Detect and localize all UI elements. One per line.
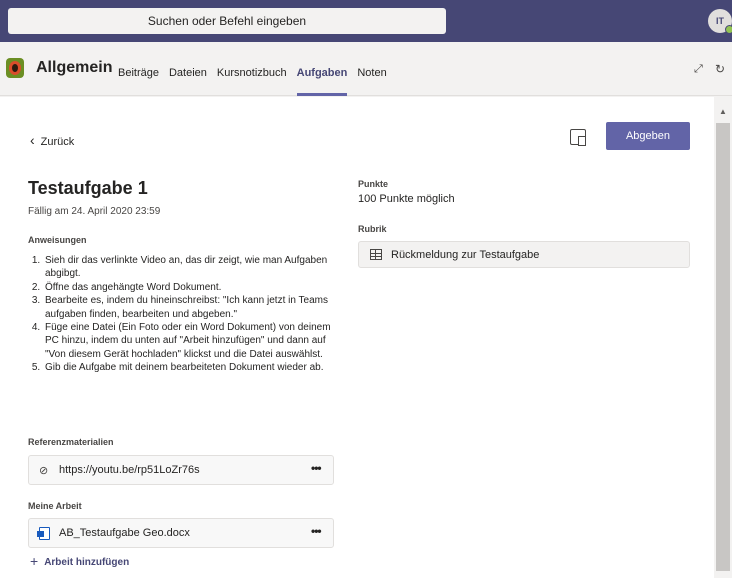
expand-icon[interactable]: ⤢: [694, 63, 703, 76]
due-date: Fällig am 24. April 2020 23:59: [28, 206, 161, 217]
table-grid-icon: [370, 249, 382, 260]
submit-button[interactable]: Abgeben: [606, 122, 690, 150]
chevron-left-icon: ‹: [30, 132, 35, 148]
back-link[interactable]: ‹ Zurück: [30, 132, 74, 148]
more-options-button[interactable]: •••: [311, 461, 322, 475]
assignment-title: Testaufgabe 1: [28, 178, 148, 198]
channel-header: Allgemein Beiträge Dateien Kursnotizbuch…: [0, 42, 732, 96]
instructions-label: Anweisungen: [28, 235, 87, 245]
scroll-up-icon[interactable]: ▲: [719, 107, 727, 116]
my-work-file-name[interactable]: AB_Testaufgabe Geo.docx: [59, 527, 190, 539]
rubric-title: Rückmeldung zur Testaufgabe: [391, 249, 540, 261]
reference-link[interactable]: https://youtu.be/rp51LoZr76s: [59, 464, 200, 476]
points-value: 100 Punkte möglich: [358, 193, 455, 205]
instruction-item: Sieh dir das verlinkte Video an, das dir…: [43, 254, 336, 281]
channel-tabs: Beiträge Dateien Kursnotizbuch Aufgaben …: [118, 67, 397, 96]
add-work-button[interactable]: + Arbeit hinzufügen: [30, 553, 129, 569]
app-top-bar: Suchen oder Befehl eingeben IT: [0, 0, 732, 42]
channel-title: Allgemein: [36, 59, 113, 76]
refresh-icon[interactable]: ↻: [715, 62, 725, 76]
instruction-item: Füge eine Datei (Ein Foto oder ein Word …: [43, 321, 336, 361]
tab-aufgaben[interactable]: Aufgaben: [296, 67, 347, 96]
rubric-label: Rubrik: [358, 224, 387, 234]
link-icon: ⊘: [39, 465, 49, 477]
reference-materials-label: Referenzmaterialien: [28, 437, 114, 447]
plus-icon: +: [30, 553, 39, 569]
tab-kursnotizbuch[interactable]: Kursnotizbuch: [217, 67, 287, 96]
immersive-reader-icon[interactable]: [570, 129, 586, 146]
status-available-icon: [725, 25, 732, 34]
points-label: Punkte: [358, 179, 389, 189]
tab-beitraege[interactable]: Beiträge: [118, 67, 159, 96]
assignment-pane: ‹ Zurück Abgeben Testaufgabe 1 Fällig am …: [0, 97, 714, 578]
scrollbar-thumb[interactable]: [716, 123, 730, 571]
instruction-item: Öffne das angehängte Word Dokument.: [43, 281, 336, 294]
search-input[interactable]: Suchen oder Befehl eingeben: [8, 8, 446, 34]
add-work-label: Arbeit hinzufügen: [44, 557, 130, 568]
my-work-label: Meine Arbeit: [28, 501, 82, 511]
tab-noten[interactable]: Noten: [357, 67, 386, 96]
instructions: Sieh dir das verlinkte Video an, das dir…: [30, 254, 336, 375]
avatar[interactable]: IT: [708, 9, 732, 34]
word-document-icon: [37, 527, 50, 540]
rubric-card[interactable]: Rückmeldung zur Testaufgabe: [358, 241, 690, 268]
back-label: Zurück: [40, 136, 75, 148]
vertical-scrollbar[interactable]: ▲: [714, 97, 732, 578]
team-logo-icon: [6, 58, 24, 78]
more-options-button[interactable]: •••: [311, 524, 322, 538]
reference-link-card[interactable]: ⊘ https://youtu.be/rp51LoZr76s •••: [28, 455, 334, 485]
tab-dateien[interactable]: Dateien: [169, 67, 207, 96]
avatar-initials: IT: [716, 16, 724, 26]
my-work-file-card[interactable]: AB_Testaufgabe Geo.docx •••: [28, 518, 334, 548]
instruction-item: Bearbeite es, indem du hineinschreibst: …: [43, 294, 336, 321]
instruction-item: Gib die Aufgabe mit deinem bearbeiteten …: [43, 361, 336, 374]
